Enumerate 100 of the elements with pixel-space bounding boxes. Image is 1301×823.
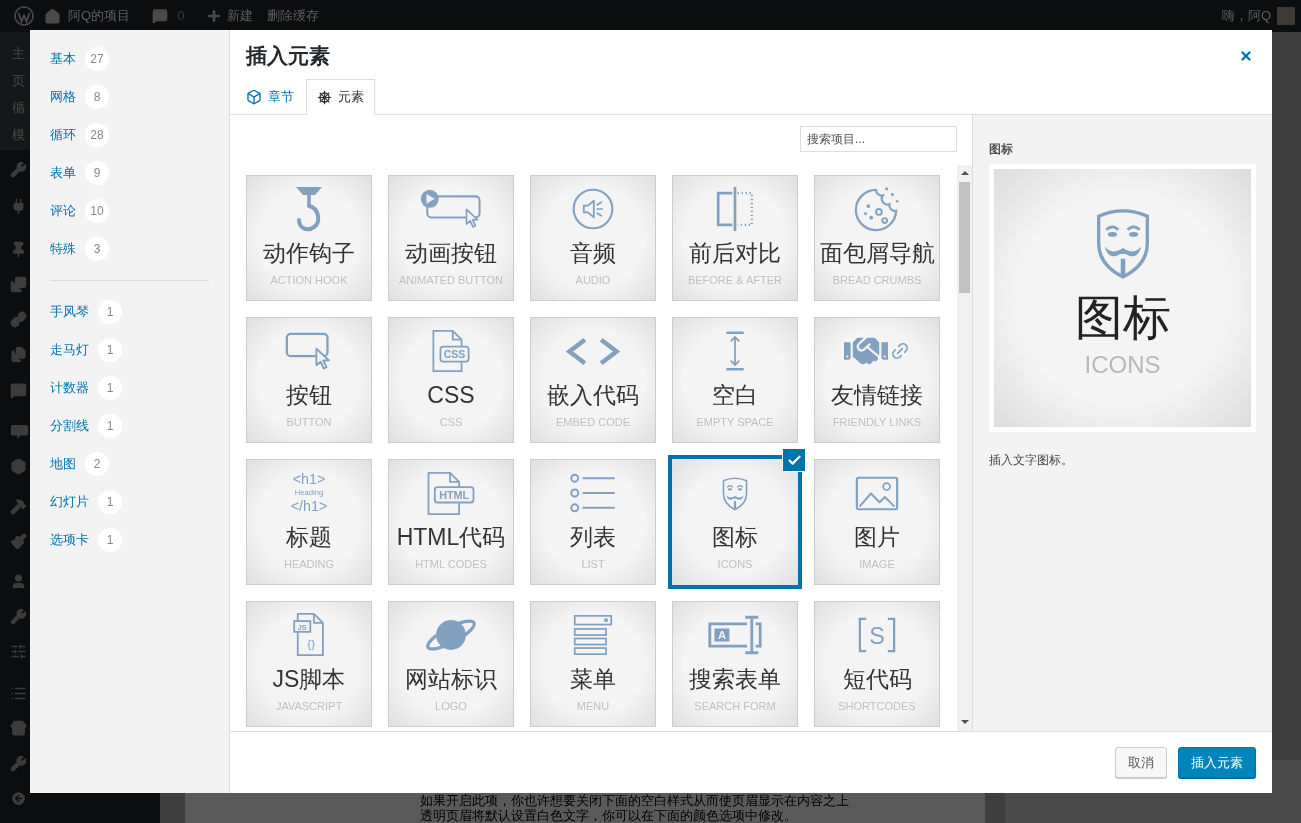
category-link[interactable]: 计数器 bbox=[50, 378, 89, 398]
element-title: 菜单 bbox=[570, 665, 616, 693]
split-frame-icon bbox=[715, 186, 755, 232]
element-title: 面包屑导航 bbox=[819, 239, 935, 267]
category-link[interactable]: 地图 bbox=[50, 454, 76, 474]
hook-icon bbox=[295, 186, 323, 232]
planet-icon bbox=[424, 617, 478, 653]
element-title: 标题 bbox=[286, 523, 332, 551]
count-badge: 8 bbox=[85, 85, 109, 109]
element-title: 空白 bbox=[712, 381, 758, 409]
wrench-icon[interactable] bbox=[10, 161, 27, 178]
category-link[interactable]: 分割线 bbox=[50, 416, 89, 436]
preview-subtitle: ICONS bbox=[1084, 350, 1161, 380]
category-link[interactable]: 走马灯 bbox=[50, 340, 89, 360]
element-title: 友情链接 bbox=[831, 381, 923, 409]
brush-icon[interactable] bbox=[10, 533, 27, 550]
link-icon[interactable] bbox=[10, 311, 27, 328]
list-icon bbox=[569, 473, 617, 513]
element-title: 音频 bbox=[570, 239, 616, 267]
insert-button[interactable]: 插入元素 bbox=[1178, 747, 1256, 778]
count-badge: 1 bbox=[98, 376, 122, 400]
count-badge: 1 bbox=[98, 338, 122, 362]
house-icon bbox=[44, 7, 61, 25]
element-title: 动画按钮 bbox=[405, 239, 497, 267]
category-link[interactable]: 基本 bbox=[50, 49, 76, 69]
cancel-button[interactable]: 取消 bbox=[1115, 747, 1167, 778]
element-title: HTML代码 bbox=[396, 523, 506, 551]
avatar-placeholder[interactable] bbox=[1277, 7, 1295, 25]
help-text: 透明页眉将默认设置白色文字，你可以在下面的颜色选项中修改。 bbox=[420, 808, 798, 823]
close-icon[interactable] bbox=[1239, 49, 1253, 63]
element-title: 列表 bbox=[570, 523, 616, 551]
element-title: 短代码 bbox=[842, 665, 912, 693]
category-link[interactable]: 幻灯片 bbox=[50, 492, 89, 512]
new-link[interactable]: 新建 bbox=[206, 6, 254, 26]
list-icon[interactable] bbox=[10, 685, 27, 702]
count-badge: 27 bbox=[85, 47, 109, 71]
element-title: CSS bbox=[427, 381, 475, 409]
element-title: 网站标识 bbox=[405, 665, 497, 693]
hexagon-icon[interactable] bbox=[10, 458, 27, 475]
count-badge: 2 bbox=[85, 452, 109, 476]
wrench-icon[interactable] bbox=[10, 608, 27, 625]
wrench-icon[interactable] bbox=[10, 755, 27, 772]
count-badge: 1 bbox=[98, 490, 122, 514]
speech-bubble-icon[interactable] bbox=[10, 423, 29, 440]
cube-icon bbox=[246, 88, 262, 105]
count-badge: 1 bbox=[98, 528, 122, 552]
scrollbar-thumb[interactable] bbox=[959, 182, 970, 293]
comment-icon[interactable] bbox=[10, 382, 27, 399]
category-link[interactable]: 网格 bbox=[50, 87, 76, 107]
count-badge: 1 bbox=[98, 300, 122, 324]
comment-icon bbox=[152, 8, 169, 24]
play-button-cursor-icon bbox=[420, 189, 482, 229]
element-title: JS脚本 bbox=[272, 665, 346, 693]
category-link[interactable]: 循环 bbox=[50, 125, 76, 145]
category-link[interactable]: 特殊 bbox=[50, 239, 76, 259]
tab[interactable]: 元素 bbox=[306, 79, 375, 115]
clear-cache-link[interactable]: 删除缓存 bbox=[267, 6, 320, 26]
pages-icon[interactable] bbox=[10, 346, 27, 363]
scroll-up-icon[interactable] bbox=[960, 171, 969, 175]
mask-icon bbox=[721, 475, 749, 511]
tab[interactable]: 章节 bbox=[236, 79, 304, 114]
hammer-icon[interactable] bbox=[10, 498, 27, 515]
site-link[interactable]: 阿Q的项目 bbox=[44, 6, 131, 26]
search-field[interactable]: 搜索项目... bbox=[800, 126, 957, 152]
element-title: 搜索表单 bbox=[689, 665, 781, 693]
preview-description: 插入文字图标。 bbox=[989, 452, 1074, 468]
pin-icon[interactable] bbox=[10, 241, 27, 258]
images-icon[interactable] bbox=[10, 276, 27, 293]
element-title: 动作钩子 bbox=[263, 239, 355, 267]
element-title: 嵌入代码 bbox=[547, 381, 639, 409]
plus-icon bbox=[206, 8, 223, 24]
heading-tag-icon: <h1> Heading </h1> bbox=[286, 471, 332, 515]
menu-bars-icon bbox=[573, 614, 613, 656]
sliders-icon[interactable] bbox=[10, 643, 27, 660]
preview-title: 图标 bbox=[1074, 290, 1171, 346]
count-badge: 10 bbox=[85, 199, 109, 223]
speaker-icon bbox=[572, 188, 614, 230]
code-brackets-icon bbox=[565, 336, 621, 366]
element-title: 前后对比 bbox=[689, 239, 781, 267]
count-badge: 28 bbox=[85, 123, 109, 147]
count-badge: 1 bbox=[98, 414, 122, 438]
category-link[interactable]: 选项卡 bbox=[50, 530, 89, 550]
user-icon[interactable] bbox=[10, 573, 27, 590]
site-logo-icon[interactable] bbox=[14, 6, 34, 26]
scroll-down-icon[interactable] bbox=[960, 720, 969, 724]
category-link[interactable]: 手风琴 bbox=[50, 302, 89, 322]
count-badge: 9 bbox=[85, 161, 109, 185]
preview-heading: 图标 bbox=[989, 141, 1014, 157]
image-icon bbox=[855, 475, 899, 511]
dialog-title: 插入元素 bbox=[246, 43, 330, 70]
category-link[interactable]: 表单 bbox=[50, 163, 76, 183]
store-icon[interactable] bbox=[10, 720, 27, 737]
wheel-icon bbox=[317, 89, 332, 105]
category-link[interactable]: 评论 bbox=[50, 201, 76, 221]
cookie-icon bbox=[853, 185, 901, 233]
check-icon bbox=[782, 448, 806, 472]
greeting-link[interactable]: 嗨，阿Q bbox=[1221, 6, 1271, 26]
vertical-spacing-icon bbox=[724, 331, 746, 371]
element-title: 图标 bbox=[712, 523, 758, 551]
count-badge: 3 bbox=[85, 237, 109, 261]
